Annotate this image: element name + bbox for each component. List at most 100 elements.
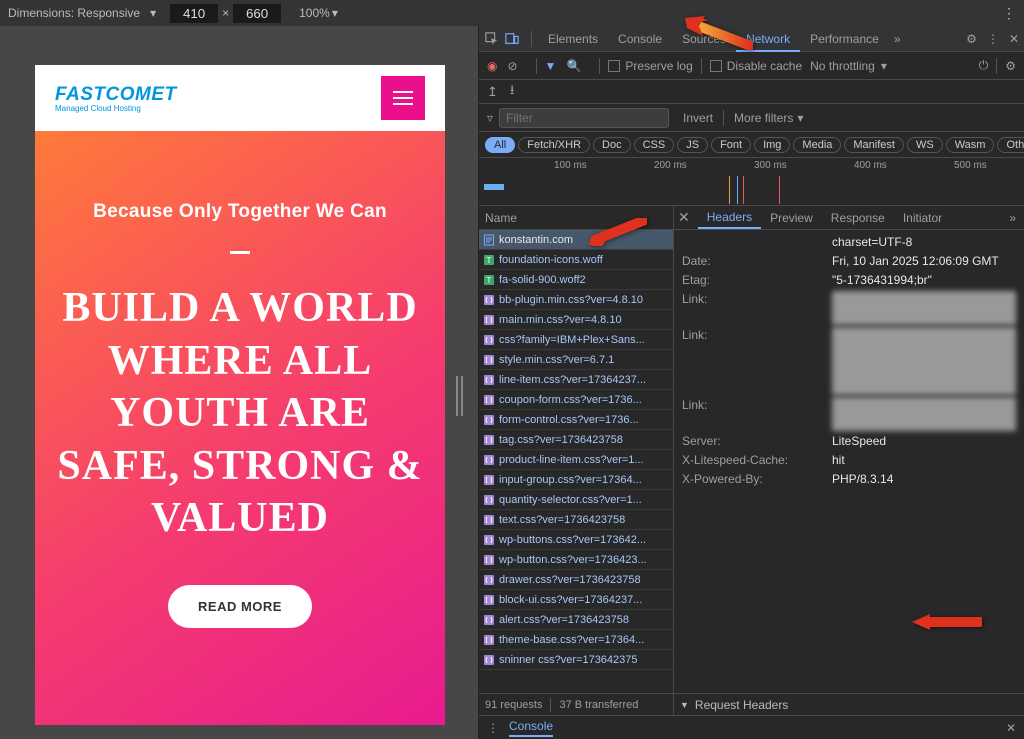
console-tab[interactable]: Console bbox=[509, 719, 553, 737]
section-request-headers[interactable]: ▼Request Headers bbox=[674, 693, 1024, 715]
logo[interactable]: FASTCOMET Managed Cloud Hosting bbox=[55, 84, 177, 113]
settings-icon[interactable]: ⚙ bbox=[1005, 59, 1016, 73]
header-value: xxxxx konstantin.com/wp-json/>; rel="htt… bbox=[832, 291, 1016, 325]
request-row[interactable]: product-line-item.css?ver=1... bbox=[479, 450, 673, 470]
request-name: konstantin.com bbox=[499, 234, 573, 246]
more-icon[interactable]: ⋮ bbox=[487, 721, 499, 735]
tab-initiator[interactable]: Initiator bbox=[894, 211, 951, 225]
doc-icon bbox=[483, 234, 495, 246]
preserve-log-checkbox[interactable] bbox=[608, 60, 620, 72]
tab-headers[interactable]: Headers bbox=[698, 210, 761, 229]
record-icon[interactable]: ◉ bbox=[487, 59, 497, 73]
request-row[interactable]: main.min.css?ver=4.8.10 bbox=[479, 310, 673, 330]
close-icon[interactable]: ✕ bbox=[678, 209, 690, 226]
request-row[interactable]: tag.css?ver=1736423758 bbox=[479, 430, 673, 450]
viewport[interactable]: FASTCOMET Managed Cloud Hosting Because … bbox=[35, 65, 445, 725]
more-icon[interactable]: ⋮ bbox=[1002, 5, 1016, 22]
header-key: Link: bbox=[682, 327, 832, 395]
chevron-down-icon[interactable]: ▾ bbox=[797, 111, 803, 125]
disable-cache-checkbox[interactable] bbox=[710, 60, 722, 72]
request-row[interactable]: quantity-selector.css?ver=1... bbox=[479, 490, 673, 510]
request-row[interactable]: form-control.css?ver=1736... bbox=[479, 410, 673, 430]
header-key: Link: bbox=[682, 397, 832, 431]
tab-network[interactable]: Network bbox=[736, 32, 800, 52]
search-icon[interactable]: 🔍 bbox=[566, 59, 581, 73]
dimensions-label[interactable]: Dimensions: Responsive bbox=[8, 6, 140, 20]
request-row[interactable]: drawer.css?ver=1736423758 bbox=[479, 570, 673, 590]
height-input[interactable] bbox=[233, 4, 281, 23]
filter-all[interactable]: All bbox=[485, 137, 515, 153]
request-row[interactable]: theme-base.css?ver=17364... bbox=[479, 630, 673, 650]
clear-icon[interactable]: ⊘ bbox=[507, 59, 517, 73]
filter-wasm[interactable]: Wasm bbox=[946, 137, 995, 153]
list-header[interactable]: Name bbox=[479, 206, 673, 230]
upload-icon[interactable]: ↥ bbox=[487, 84, 498, 100]
chevron-down-icon[interactable]: ▾ bbox=[332, 6, 338, 20]
filter-media[interactable]: Media bbox=[793, 137, 841, 153]
css-icon bbox=[483, 294, 495, 306]
request-row[interactable]: css?family=IBM+Plex+Sans... bbox=[479, 330, 673, 350]
header-value: charset=UTF-8 bbox=[832, 234, 1016, 251]
request-row[interactable]: block-ui.css?ver=17364237... bbox=[479, 590, 673, 610]
filter-fetch[interactable]: Fetch/XHR bbox=[518, 137, 590, 153]
filter-js[interactable]: JS bbox=[677, 137, 708, 153]
close-icon[interactable]: ✕ bbox=[1009, 32, 1019, 46]
css-icon bbox=[483, 534, 495, 546]
tab-console[interactable]: Console bbox=[608, 32, 672, 46]
header-key: Etag: bbox=[682, 272, 832, 289]
read-more-button[interactable]: READ MORE bbox=[168, 585, 312, 628]
resize-handle[interactable] bbox=[456, 376, 466, 416]
timeline[interactable]: 100 ms 200 ms 300 ms 400 ms 500 ms bbox=[479, 158, 1024, 206]
tab-elements[interactable]: Elements bbox=[538, 32, 608, 46]
request-row[interactable]: line-item.css?ver=17364237... bbox=[479, 370, 673, 390]
request-row[interactable]: sninner css?ver=173642375 bbox=[479, 650, 673, 670]
request-row[interactable]: alert.css?ver=1736423758 bbox=[479, 610, 673, 630]
download-icon[interactable]: ⭳ bbox=[510, 81, 515, 103]
header-key: Date: bbox=[682, 253, 832, 270]
filter-doc[interactable]: Doc bbox=[593, 137, 631, 153]
request-row[interactable]: konstantin.com bbox=[479, 230, 673, 250]
request-row[interactable]: wp-button.css?ver=1736423... bbox=[479, 550, 673, 570]
gear-icon[interactable]: ⚙ bbox=[966, 32, 977, 46]
filter-font[interactable]: Font bbox=[711, 137, 751, 153]
filter-icon[interactable]: ▼ bbox=[545, 59, 557, 73]
request-row[interactable]: coupon-form.css?ver=1736... bbox=[479, 390, 673, 410]
chevron-down-icon[interactable]: ▾ bbox=[150, 6, 156, 20]
tab-sources[interactable]: Sources bbox=[672, 32, 736, 46]
throttle-select[interactable]: No throttling bbox=[810, 59, 875, 73]
tab-preview[interactable]: Preview bbox=[761, 211, 822, 225]
wifi-icon[interactable]: ⏻ bbox=[979, 58, 989, 73]
close-icon[interactable]: ✕ bbox=[1006, 721, 1016, 735]
filter-manifest[interactable]: Manifest bbox=[844, 137, 904, 153]
hero: Because Only Together We Can BUILD A WOR… bbox=[35, 131, 445, 725]
header-value: hit bbox=[832, 452, 1016, 469]
network-toolbar: ◉ ⊘ ▼ 🔍 Preserve log Disable cache No th… bbox=[479, 52, 1024, 80]
request-row[interactable]: text.css?ver=1736423758 bbox=[479, 510, 673, 530]
funnel-icon[interactable]: ▿ bbox=[487, 111, 493, 125]
request-row[interactable]: wp-buttons.css?ver=173642... bbox=[479, 530, 673, 550]
more-icon[interactable]: ⋮ bbox=[987, 32, 999, 46]
inspect-icon[interactable] bbox=[485, 32, 499, 46]
filter-input[interactable] bbox=[499, 108, 669, 128]
request-row[interactable]: bb-plugin.min.css?ver=4.8.10 bbox=[479, 290, 673, 310]
device-icon[interactable] bbox=[505, 32, 519, 46]
filter-img[interactable]: Img bbox=[754, 137, 790, 153]
chevron-down-icon[interactable]: ▾ bbox=[881, 59, 887, 73]
request-row[interactable]: style.min.css?ver=6.7.1 bbox=[479, 350, 673, 370]
request-row[interactable]: Tfoundation-icons.woff bbox=[479, 250, 673, 270]
filter-ws[interactable]: WS bbox=[907, 137, 943, 153]
menu-button[interactable] bbox=[381, 76, 425, 120]
width-input[interactable] bbox=[170, 4, 218, 23]
request-row[interactable]: input-group.css?ver=17364... bbox=[479, 470, 673, 490]
filter-css[interactable]: CSS bbox=[634, 137, 675, 153]
tab-response[interactable]: Response bbox=[822, 211, 894, 225]
header-key: X-Litespeed-Cache: bbox=[682, 452, 832, 469]
more-tabs-icon[interactable]: » bbox=[894, 32, 901, 46]
filter-other[interactable]: Other bbox=[997, 137, 1024, 153]
svg-text:T: T bbox=[487, 276, 492, 285]
zoom-label[interactable]: 100% bbox=[299, 6, 330, 20]
tab-performance[interactable]: Performance bbox=[800, 32, 889, 46]
request-row[interactable]: Tfa-solid-900.woff2 bbox=[479, 270, 673, 290]
more-filters[interactable]: More filters bbox=[734, 111, 793, 125]
more-icon[interactable]: » bbox=[1009, 211, 1016, 225]
